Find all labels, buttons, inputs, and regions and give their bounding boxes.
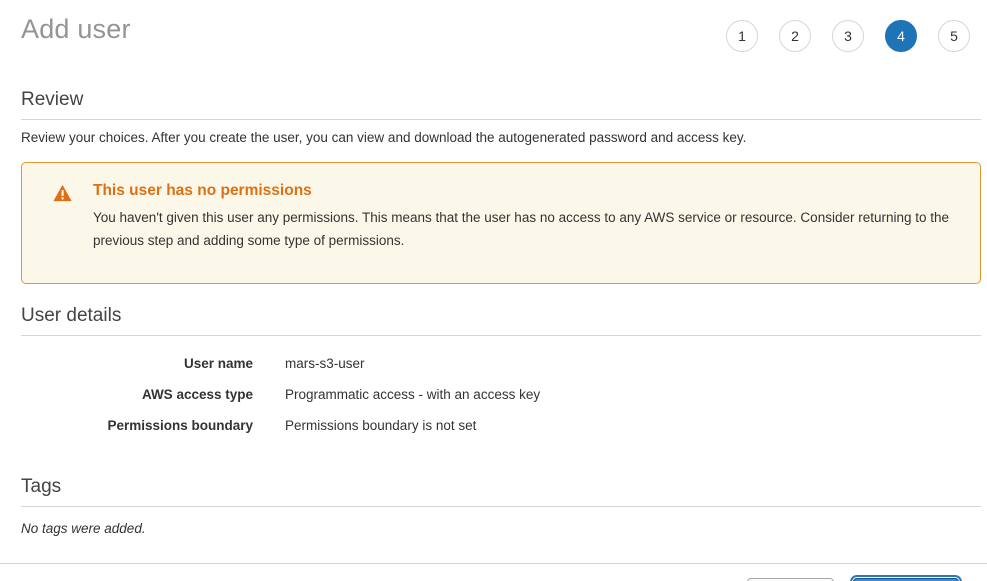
- review-page: Review Review your choices. After you cr…: [21, 89, 981, 536]
- tags-heading: Tags: [21, 476, 981, 498]
- step-2[interactable]: 2: [779, 20, 811, 52]
- step-1[interactable]: 1: [726, 20, 758, 52]
- detail-label: Permissions boundary: [21, 418, 253, 433]
- user-details-rows: User name mars-s3-user AWS access type Prog…: [21, 348, 981, 441]
- step-4[interactable]: 4: [885, 20, 917, 52]
- warning-triangle-icon: [53, 182, 93, 263]
- step-5[interactable]: 5: [938, 20, 970, 52]
- user-details-section: User details User name mars-s3-user AWS ac…: [21, 305, 981, 441]
- section-divider: [21, 335, 981, 336]
- warning-title: This user has no permissions: [93, 182, 953, 200]
- tags-empty-note: No tags were added.: [21, 521, 981, 536]
- warning-text: This user has no permissions You haven't…: [93, 182, 953, 263]
- detail-value: mars-s3-user: [285, 356, 365, 371]
- wizard-step-indicator: 12345: [726, 20, 970, 52]
- no-permissions-warning: This user has no permissions You haven't…: [21, 162, 981, 284]
- review-description: Review your choices. After you create th…: [21, 130, 981, 145]
- page-title: Add user: [21, 14, 131, 45]
- detail-row: AWS access type Programmatic access - wit…: [21, 379, 981, 410]
- detail-label: User name: [21, 356, 253, 371]
- detail-row: Permissions boundary Permissions boundary…: [21, 410, 981, 441]
- section-divider: [21, 119, 981, 120]
- detail-value: Programmatic access - with an access key: [285, 387, 540, 402]
- wizard-footer: Cancel Previous Create user: [0, 564, 987, 581]
- wizard-header: Add user 12345: [0, 0, 987, 52]
- detail-label: AWS access type: [21, 387, 253, 402]
- warning-body: You haven't given this user any permissi…: [93, 207, 953, 253]
- review-section: Review Review your choices. After you cr…: [21, 89, 981, 145]
- tags-section: Tags No tags were added.: [21, 476, 981, 536]
- step-3[interactable]: 3: [832, 20, 864, 52]
- detail-value: Permissions boundary is not set: [285, 418, 476, 433]
- review-heading: Review: [21, 89, 981, 111]
- section-divider: [21, 506, 981, 507]
- user-details-heading: User details: [21, 305, 981, 327]
- detail-row: User name mars-s3-user: [21, 348, 981, 379]
